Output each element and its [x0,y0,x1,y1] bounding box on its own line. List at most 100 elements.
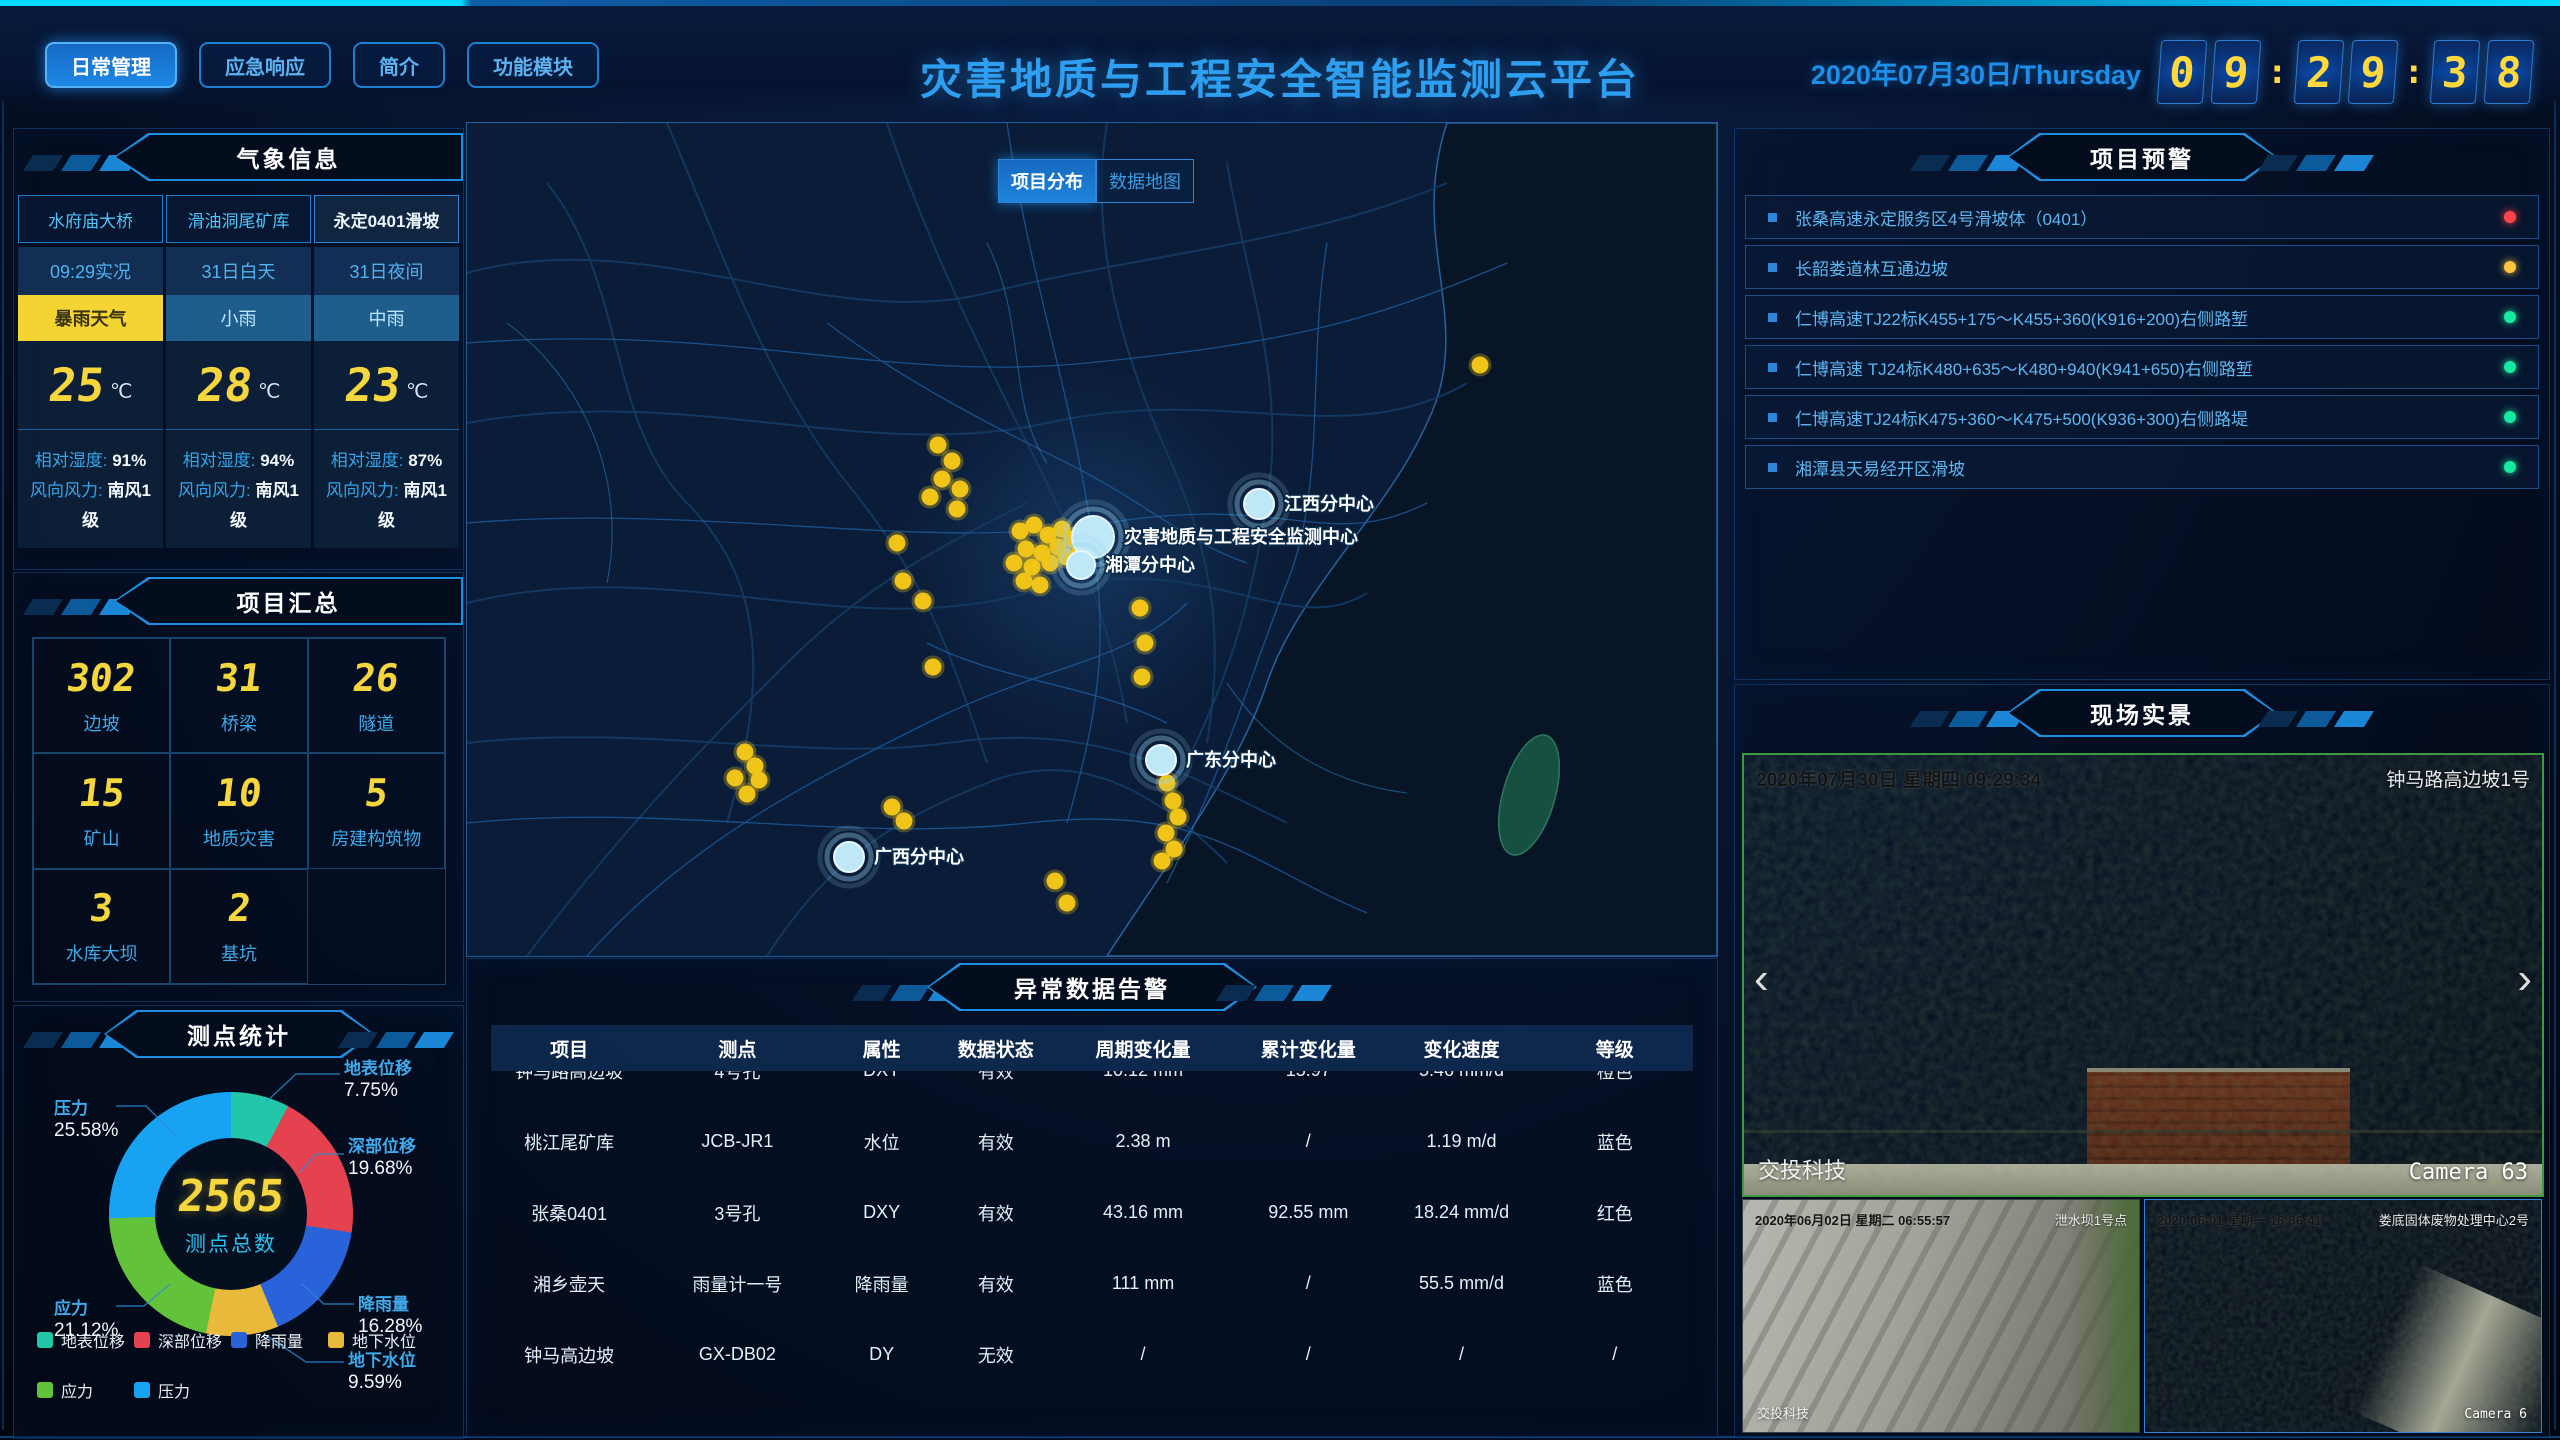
project-dot[interactable] [952,481,969,498]
legend-item-应力[interactable]: 应力 [37,1378,134,1402]
project-dot[interactable] [944,453,961,470]
warning-text: 张桑高速永定服务区4号滑坡体（0401） [1795,205,2504,230]
warning-row[interactable]: 张桑高速永定服务区4号滑坡体（0401） [1745,195,2539,239]
warning-row[interactable]: 仁博高速 TJ24标K480+635～K480+940(K941+650)右侧路… [1745,345,2539,389]
warning-row[interactable]: 仁博高速TJ22标K455+175～K455+360(K916+200)右侧路堑 [1745,295,2539,339]
weather-time: 31日白天 [166,247,311,295]
project-dot[interactable] [889,535,906,552]
project-dot[interactable] [1059,895,1076,912]
table-row[interactable]: 钟马高边坡GX-DB02DY无效//// [491,1319,1693,1390]
weather-time: 31日夜间 [314,247,459,295]
project-dot[interactable] [1132,600,1149,617]
table-cell: / [1230,1344,1386,1365]
table-cell: 55.5 mm/d [1386,1273,1536,1294]
project-dot[interactable] [895,573,912,590]
weather-tabs: 水府庙大桥滑油洞尾矿库永定0401滑坡 [18,195,459,243]
table-row[interactable]: 湘乡壶天雨量计一号降雨量有效111 mm/55.5 mm/d蓝色 [491,1248,1693,1319]
table-row[interactable]: 钟马路高边坡4号孔DXY有效10.12 mm15.975.46 mm/d橙色 [491,1071,1693,1106]
legend-item-深部位移[interactable]: 深部位移 [134,1328,231,1352]
table-cell: 1.19 m/d [1386,1131,1536,1152]
project-dot[interactable] [949,501,966,518]
header-deco [1221,985,1327,1001]
nav-button-简介[interactable]: 简介 [353,42,445,88]
project-dot[interactable] [1134,669,1151,686]
project-dot[interactable] [739,786,756,803]
weather-panel: 气象信息 水府庙大桥滑油洞尾矿库永定0401滑坡 09:29实况暴雨天气25℃相… [13,128,464,570]
project-dot[interactable] [1154,853,1171,870]
table-cell: 桃江尾矿库 [491,1129,647,1155]
map-tab-项目分布[interactable]: 项目分布 [998,159,1096,203]
weather-tab-永定0401滑坡[interactable]: 永定0401滑坡 [314,195,459,243]
warning-text: 仁博高速TJ22标K455+175～K455+360(K916+200)右侧路堑 [1795,305,2504,330]
project-dot[interactable] [1137,635,1154,652]
warning-row[interactable]: 仁博高速TJ24标K475+360～K475+500(K936+300)右侧路堤 [1745,395,2539,439]
legend-label: 地表位移 [61,1328,125,1352]
prev-camera-arrow[interactable]: ‹ [1754,957,1769,1001]
table-cell: 有效 [936,1129,1056,1155]
warning-text: 仁博高速 TJ24标K480+635～K480+940(K941+650)右侧路… [1795,355,2504,380]
nav-button-功能模块[interactable]: 功能模块 [467,42,599,88]
alerts-table-body[interactable]: 钟马路高边坡4号孔DXY有效10.12 mm15.975.46 mm/d橙色桃江… [491,1071,1693,1391]
center-label: 湘潭分中心 [1105,554,1195,575]
project-dot[interactable] [1006,555,1023,572]
warning-row[interactable]: 长韶娄道林互通边坡 [1745,245,2539,289]
table-cell: 18.24 mm/d [1386,1202,1536,1223]
main-camera-view[interactable]: 2020年07月30日 星期四 09:29:34 钟马路高边坡1号 交投科技 C… [1742,753,2544,1197]
weather-tab-滑油洞尾矿库[interactable]: 滑油洞尾矿库 [166,195,311,243]
project-dot[interactable] [1047,873,1064,890]
thumb2-location-label: 娄底固体废物处理中心2号 [2379,1210,2529,1229]
center-label: 广西分中心 [874,846,964,867]
table-row[interactable]: 张桑0401ZS0401-DB1DXY有效8.86 mm23.16mm3.83 … [491,1390,1693,1391]
legend-item-降雨量[interactable]: 降雨量 [231,1328,328,1352]
project-dot[interactable] [1170,809,1187,826]
weather-condition: 暴雨天气 [18,295,163,341]
stat-label: 桥梁 [221,710,257,736]
table-cell: DXY [828,1071,936,1081]
alerts-col-变化速度: 变化速度 [1386,1035,1536,1062]
project-dot[interactable] [1032,577,1049,594]
project-dot[interactable] [896,813,913,830]
project-dot[interactable] [915,593,932,610]
next-camera-arrow[interactable]: › [2517,957,2532,1001]
table-row[interactable]: 张桑04013号孔DXY有效43.16 mm92.55 mm18.24 mm/d… [491,1177,1693,1248]
clock-digit: 0 [2157,40,2207,104]
legend-item-地下水位[interactable]: 地下水位 [328,1328,425,1352]
status-dot-icon [2504,311,2516,323]
nav-button-日常管理[interactable]: 日常管理 [45,42,177,88]
legend-item-压力[interactable]: 压力 [134,1378,231,1402]
weather-temperature: 28℃ [166,341,311,430]
project-dot[interactable] [930,437,947,454]
table-cell: / [1230,1131,1386,1152]
warnings-list: 张桑高速永定服务区4号滑坡体（0401） 长韶娄道林互通边坡仁博高速TJ22标K4… [1745,195,2539,489]
table-row[interactable]: 桃江尾矿库JCB-JR1水位有效2.38 m/1.19 m/d蓝色 [491,1106,1693,1177]
project-dot[interactable] [925,659,942,676]
table-cell: 5.46 mm/d [1386,1071,1536,1081]
bullet-square-icon [1768,363,1777,372]
weather-condition: 中雨 [314,295,459,341]
warning-row[interactable]: 湘潭县天易经开区滑坡 [1745,445,2539,489]
stat-cell-水库大坝: 3水库大坝 [33,869,170,984]
panel-title-shape: 项目汇总 [114,577,463,625]
table-cell: 111 mm [1056,1273,1230,1294]
header: 日常管理应急响应简介功能模块 灾害地质与工程安全智能监测云平台 2020年07月… [0,6,2560,116]
project-dot[interactable] [922,489,939,506]
camera-thumbnail-2[interactable]: 2020-06-01 星期一 18:36:41 娄底固体废物处理中心2号 Cam… [2144,1199,2542,1433]
nav-button-应急响应[interactable]: 应急响应 [199,42,331,88]
warning-text: 湘潭县天易经开区滑坡 [1795,455,2504,480]
legend-item-地表位移[interactable]: 地表位移 [37,1328,134,1352]
bullet-square-icon [1768,313,1777,322]
china-map: 江西分中心灾害地质与工程安全监测中心湘潭分中心广东分中心广西分中心 [467,123,1717,956]
warning-text: 仁博高速TJ24标K475+360～K475+500(K936+300)右侧路堤 [1795,405,2504,430]
weather-column-2: 31日夜间中雨23℃相对湿度: 87%风向风力: 南风1级 [314,247,459,548]
stat-cell-隧道: 26隧道 [308,638,445,753]
camera-thumbnail-1[interactable]: 2020年06月02日 星期二 06:55:57 泄水坝1号点 交投科技 [1742,1199,2140,1433]
project-dot[interactable] [1472,357,1489,374]
project-warnings-panel: 项目预警 张桑高速永定服务区4号滑坡体（0401）长韶娄道林互通边坡仁博高速TJ… [1734,128,2550,680]
project-dot[interactable] [934,471,951,488]
weather-panel-header: 气象信息 [14,129,463,187]
project-dot[interactable] [727,770,744,787]
weather-tab-水府庙大桥[interactable]: 水府庙大桥 [18,195,163,243]
clock-digit: 8 [2484,40,2534,104]
alerts-col-测点: 测点 [647,1035,827,1062]
map-tab-数据地图[interactable]: 数据地图 [1096,159,1194,203]
